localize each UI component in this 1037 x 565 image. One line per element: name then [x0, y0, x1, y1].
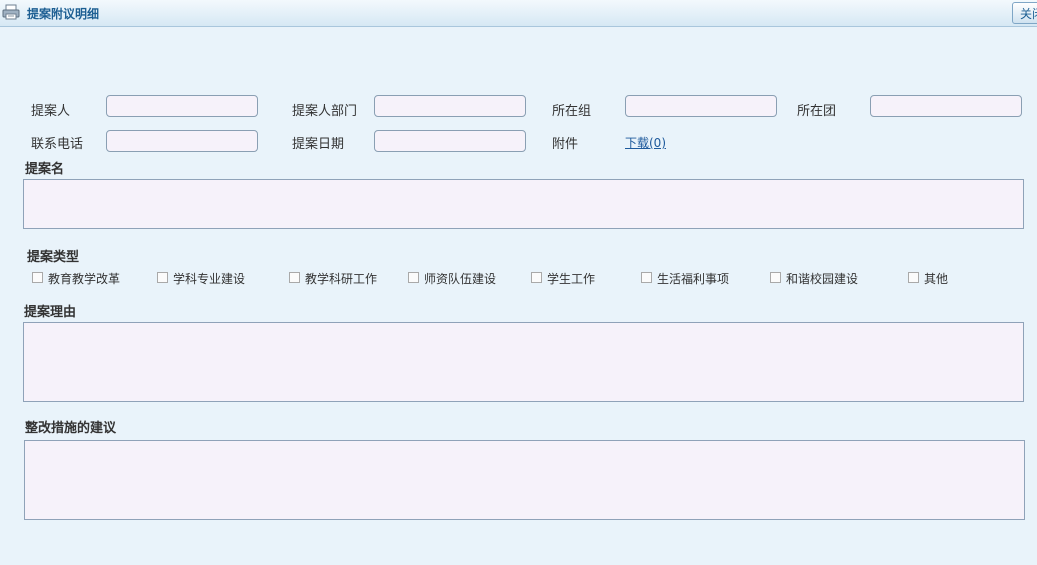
- type-checkbox-student-work[interactable]: 学生工作: [531, 270, 595, 286]
- type-checkbox-faculty-building[interactable]: 师资队伍建设: [408, 270, 496, 286]
- type-checkbox-harmonious-campus[interactable]: 和谐校园建设: [770, 270, 858, 286]
- suggestion-field[interactable]: [24, 440, 1025, 520]
- checkbox[interactable]: [157, 272, 168, 283]
- attachment-label: 附件: [552, 137, 579, 152]
- type-checkbox-education-reform[interactable]: 教育教学改革: [32, 270, 120, 286]
- printer-icon[interactable]: [2, 4, 20, 20]
- proposal-name-field[interactable]: [23, 179, 1024, 229]
- proposal-name-title: 提案名: [25, 162, 65, 177]
- checkbox[interactable]: [408, 272, 419, 283]
- checkbox[interactable]: [531, 272, 542, 283]
- checkbox[interactable]: [770, 272, 781, 283]
- proposal-type-title: 提案类型: [27, 250, 80, 265]
- type-checkbox-teaching-research[interactable]: 教学科研工作: [289, 270, 377, 286]
- group-field[interactable]: [625, 95, 777, 117]
- suggestion-title: 整改措施的建议: [25, 421, 117, 436]
- proposer-dept-field[interactable]: [374, 95, 526, 117]
- checkbox[interactable]: [289, 272, 300, 283]
- phone-label: 联系电话: [31, 137, 84, 152]
- close-button[interactable]: 关闭: [1012, 2, 1037, 24]
- date-label: 提案日期: [292, 137, 345, 152]
- type-checkbox-other[interactable]: 其他: [908, 270, 948, 286]
- checkbox[interactable]: [641, 272, 652, 283]
- title-bar: 提案附议明细 关闭: [0, 0, 1037, 27]
- proposal-reason-field[interactable]: [23, 322, 1024, 402]
- team-field[interactable]: [870, 95, 1022, 117]
- type-checkbox-discipline-building[interactable]: 学科专业建设: [157, 270, 245, 286]
- window-title: 提案附议明细: [27, 7, 100, 21]
- proposer-field[interactable]: [106, 95, 258, 117]
- proposal-reason-title: 提案理由: [24, 305, 77, 320]
- date-field[interactable]: [374, 130, 526, 152]
- phone-field[interactable]: [106, 130, 258, 152]
- checkbox[interactable]: [32, 272, 43, 283]
- group-label: 所在组: [552, 104, 592, 119]
- team-label: 所在团: [797, 104, 837, 119]
- checkbox[interactable]: [908, 272, 919, 283]
- attachment-download-link[interactable]: 下载(0): [625, 134, 666, 151]
- proposer-dept-label: 提案人部门: [292, 104, 358, 119]
- type-checkbox-welfare[interactable]: 生活福利事项: [641, 270, 729, 286]
- proposer-label: 提案人: [31, 104, 71, 119]
